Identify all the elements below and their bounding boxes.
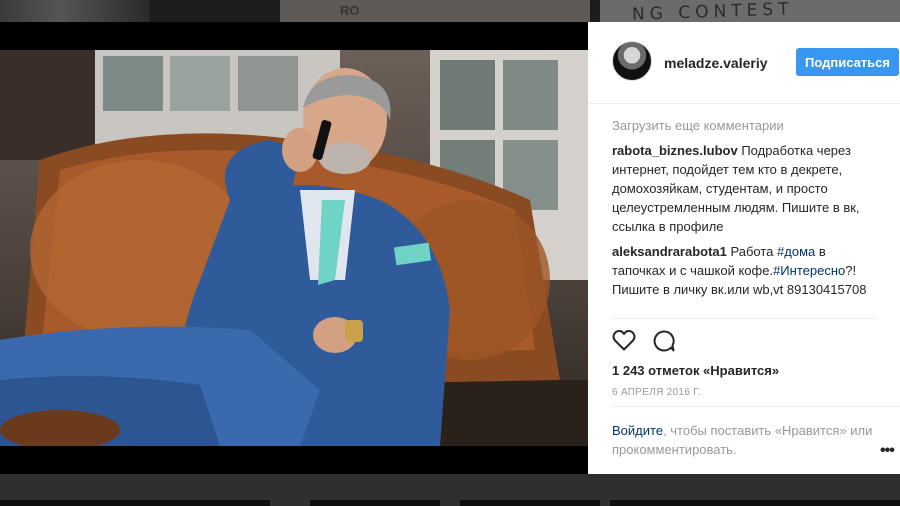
background-feed-top: RO NG CONTEST xyxy=(0,0,900,22)
post-photo-image xyxy=(0,50,588,446)
hashtag-link[interactable]: #Интересно xyxy=(773,263,845,278)
feed-thumbnail-edge xyxy=(310,500,440,506)
follow-button[interactable]: Подписаться xyxy=(796,48,899,76)
feed-thumbnail-text: RO xyxy=(340,3,360,18)
avatar[interactable] xyxy=(612,41,652,81)
ellipsis-icon[interactable]: ••• xyxy=(880,442,895,460)
comment-item: rabota_biznes.lubov Подработка через инт… xyxy=(612,141,882,236)
comment-text: Работа xyxy=(726,244,778,259)
feed-thumbnail-edge xyxy=(0,500,270,506)
login-link[interactable]: Войдите xyxy=(612,423,663,438)
background-feed-bottom xyxy=(0,474,900,506)
likes-count[interactable]: 1 243 отметок «Нравится» xyxy=(612,363,779,378)
post-photo[interactable] xyxy=(0,50,588,446)
feed-thumbnail-edge xyxy=(460,500,600,506)
hashtag-link[interactable]: #дома xyxy=(777,244,815,259)
post-date[interactable]: 6 АПРЕЛЯ 2016 Г. xyxy=(612,387,701,398)
comment-username[interactable]: rabota_biznes.lubov xyxy=(612,143,738,158)
comments-list: Загрузить еще комментарии rabota_biznes.… xyxy=(612,116,882,305)
login-prompt: Войдите, чтобы поставить «Нравится» или … xyxy=(612,406,900,459)
feed-thumbnail-text: NG CONTEST xyxy=(631,0,794,22)
feed-thumbnail[interactable]: RO xyxy=(280,0,590,22)
load-more-comments-link[interactable]: Загрузить еще комментарии xyxy=(612,116,882,135)
comment-username[interactable]: aleksandrarabota1 xyxy=(612,244,727,259)
comment-item: aleksandrarabota1 Работа #дома в тапочка… xyxy=(612,242,882,299)
post-header: meladze.valeriy Подписаться xyxy=(588,22,900,104)
feed-thumbnail[interactable] xyxy=(0,0,150,22)
post-username[interactable]: meladze.valeriy xyxy=(664,55,768,71)
heart-icon[interactable] xyxy=(612,329,636,351)
comment-icon[interactable] xyxy=(652,329,676,353)
post-side-panel: meladze.valeriy Подписаться Загрузить ещ… xyxy=(588,22,900,474)
post-actions: 1 243 отметок «Нравится» 6 АПРЕЛЯ 2016 Г… xyxy=(612,318,876,418)
feed-thumbnail-edge xyxy=(610,500,900,506)
